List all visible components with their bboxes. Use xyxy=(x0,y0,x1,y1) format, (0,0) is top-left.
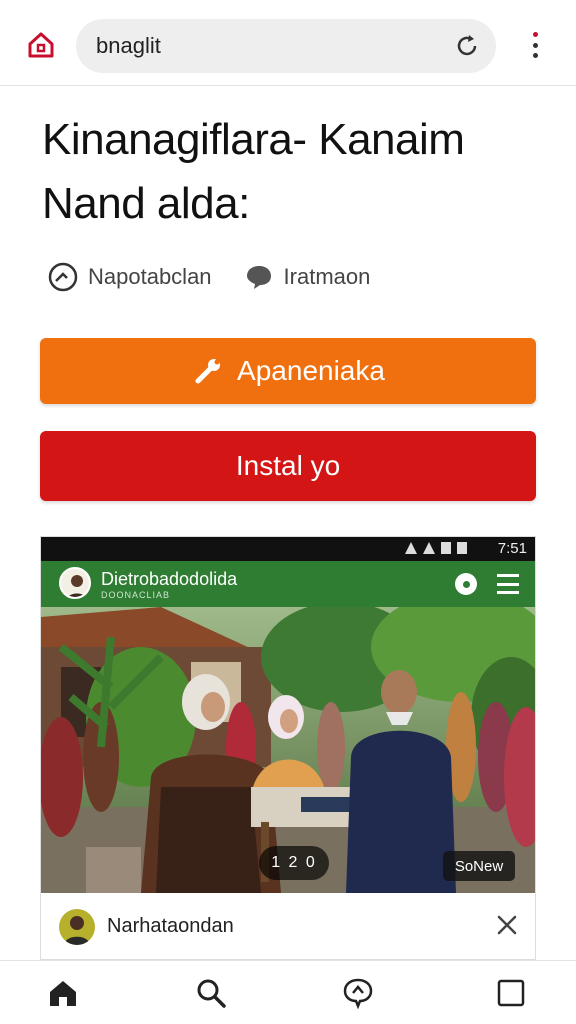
primary-action-button[interactable]: Apaneniaka xyxy=(40,338,536,404)
embedded-app-preview[interactable]: 7:51 Dietrobadodolida DOONACLIAB 1 2 0 S… xyxy=(40,536,536,960)
video-new-button[interactable]: SoNew xyxy=(443,851,515,881)
kebab-menu-icon[interactable] xyxy=(520,28,550,62)
meta-item-author[interactable]: Napotabclan xyxy=(46,260,212,294)
title-line-1: Kinanagiflara- Kanaim xyxy=(42,115,465,164)
article-title: Kinanagiflara- Kanaim Nand alda: xyxy=(42,108,542,236)
install-button[interactable]: Instal yo xyxy=(40,431,536,501)
article-meta: Napotabclan Iratmaon xyxy=(46,258,400,296)
author-name: Narhataondan xyxy=(107,915,234,937)
author-avatar[interactable] xyxy=(59,909,95,945)
install-button-label: Instal yo xyxy=(235,450,341,481)
nav-search[interactable] xyxy=(193,975,229,1011)
tabs-icon xyxy=(497,979,525,1007)
phone-status-bar: 7:51 xyxy=(41,537,535,561)
bottom-navigation xyxy=(0,960,576,1024)
search-icon xyxy=(197,979,226,1008)
home-button[interactable] xyxy=(24,28,58,62)
gauge-icon xyxy=(46,260,80,294)
reload-icon xyxy=(457,35,477,56)
app-avatar[interactable] xyxy=(59,567,91,599)
card-footer: Narhataondan xyxy=(41,893,535,959)
nav-tabs[interactable] xyxy=(493,975,529,1011)
reload-button[interactable] xyxy=(452,31,482,61)
nav-home[interactable] xyxy=(45,975,81,1011)
video-counter-pill[interactable]: 1 2 0 xyxy=(259,846,329,880)
app-header: Dietrobadodolida DOONACLIAB xyxy=(41,561,535,607)
nav-chat[interactable] xyxy=(340,975,376,1011)
url-text: bnaglit xyxy=(96,33,161,58)
home-icon xyxy=(50,981,76,1006)
wrench-icon xyxy=(191,354,225,388)
title-line-2: Nand alda: xyxy=(42,179,250,228)
status-icons xyxy=(405,542,467,554)
meta-author-label: Napotabclan xyxy=(88,264,212,289)
meta-comments-label: Iratmaon xyxy=(283,264,371,289)
close-icon[interactable] xyxy=(493,911,521,939)
comment-icon xyxy=(242,260,276,294)
status-clock: 7:51 xyxy=(497,540,527,557)
app-title: Dietrobadodolida xyxy=(101,569,238,589)
primary-action-label: Apaneniaka xyxy=(237,355,385,386)
record-icon[interactable] xyxy=(455,573,477,595)
app-subtitle: DOONACLIAB xyxy=(101,590,171,600)
address-bar[interactable]: bnaglit xyxy=(76,19,496,73)
meta-item-comments[interactable]: Iratmaon xyxy=(242,260,371,294)
home-icon xyxy=(28,32,54,58)
browser-toolbar: bnaglit xyxy=(0,0,576,86)
chat-icon xyxy=(343,978,373,1009)
hamburger-menu-icon[interactable] xyxy=(497,574,519,594)
